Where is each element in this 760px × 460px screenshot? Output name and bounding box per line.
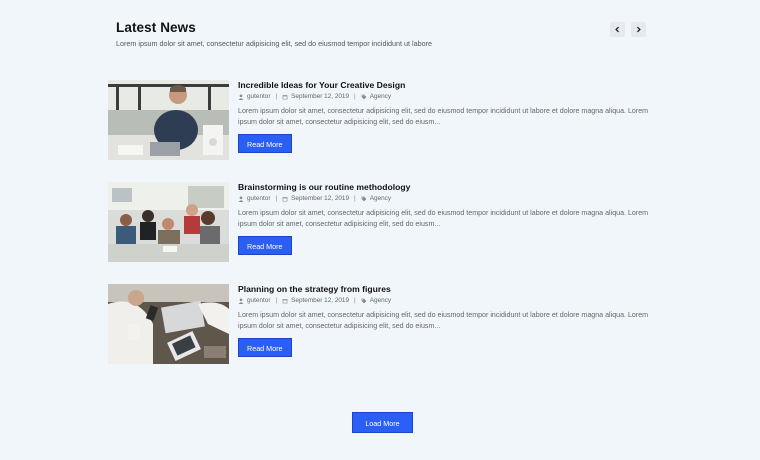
section-header: Latest News Lorem ipsum dolor sit amet, … (116, 20, 656, 48)
next-button[interactable] (631, 22, 646, 37)
date-text: September 12, 2019 (291, 297, 350, 304)
meta-divider: | (275, 297, 278, 304)
user-icon (238, 195, 244, 202)
category-text: Agency (369, 195, 392, 202)
meta-divider: | (354, 93, 356, 100)
tag-icon (361, 298, 367, 303)
author-name: gutentor (247, 297, 271, 304)
category-text: Agency (369, 93, 392, 100)
author-name: gutentor (247, 93, 271, 100)
post-title[interactable]: Brainstorming is our routine methodology (238, 182, 653, 192)
section-title: Latest News (116, 20, 196, 35)
post-excerpt: Lorem ipsum dolor sit amet, consectetur … (238, 311, 649, 330)
post-category[interactable]: Agency (361, 93, 391, 100)
calendar-icon (282, 298, 288, 303)
post-image-desk (108, 284, 229, 364)
chevron-left-icon (615, 26, 619, 33)
carousel-nav (610, 22, 646, 37)
calendar-icon (282, 94, 288, 99)
post-content: Incredible Ideas for Your Creative Desig… (238, 80, 653, 153)
post-category[interactable]: Agency (361, 195, 391, 202)
post-author[interactable]: gutentor (238, 93, 270, 100)
post-category[interactable]: Agency (361, 297, 391, 304)
post-date: September 12, 2019 (282, 195, 349, 202)
load-more-button[interactable]: Load More (352, 412, 413, 433)
post-image-office (108, 80, 229, 160)
meta-divider: | (354, 297, 356, 304)
read-more-button[interactable]: Read More (238, 236, 292, 255)
tag-icon (361, 94, 367, 99)
post-author[interactable]: gutentor (238, 297, 270, 304)
meta-divider: | (275, 195, 278, 202)
post-meta: gutentor | September 12, 2019 | Agency (238, 297, 653, 304)
post-content: Planning on the strategy from figures gu… (238, 284, 653, 357)
post-title[interactable]: Incredible Ideas for Your Creative Desig… (238, 80, 653, 90)
news-section: Latest News Lorem ipsum dolor sit amet, … (0, 0, 760, 460)
prev-button[interactable] (610, 22, 625, 37)
news-post: Incredible Ideas for Your Creative Desig… (108, 80, 653, 162)
read-more-button[interactable]: Read More (238, 338, 292, 357)
user-icon (238, 93, 244, 100)
post-content: Brainstorming is our routine methodology… (238, 182, 653, 255)
read-more-button[interactable]: Read More (238, 134, 292, 153)
post-excerpt: Lorem ipsum dolor sit amet, consectetur … (238, 209, 649, 228)
post-thumbnail[interactable] (108, 182, 229, 262)
post-date: September 12, 2019 (282, 297, 349, 304)
category-text: Agency (369, 297, 392, 304)
section-subtitle: Lorem ipsum dolor sit amet, consectetur … (116, 39, 433, 48)
post-title[interactable]: Planning on the strategy from figures (238, 284, 653, 294)
tag-icon (361, 196, 367, 201)
news-post: Brainstorming is our routine methodology… (108, 182, 653, 264)
date-text: September 12, 2019 (291, 93, 350, 100)
post-thumbnail[interactable] (108, 284, 229, 364)
meta-divider: | (275, 93, 278, 100)
user-icon (238, 297, 244, 304)
post-meta: gutentor | September 12, 2019 | Agency (238, 93, 653, 100)
post-image-meeting (108, 182, 229, 262)
chevron-right-icon (637, 26, 641, 33)
news-post: Planning on the strategy from figures gu… (108, 284, 653, 366)
post-date: September 12, 2019 (282, 93, 349, 100)
meta-divider: | (354, 195, 356, 202)
calendar-icon (282, 196, 288, 201)
post-excerpt: Lorem ipsum dolor sit amet, consectetur … (238, 107, 649, 126)
author-name: gutentor (247, 195, 271, 202)
post-author[interactable]: gutentor (238, 195, 270, 202)
date-text: September 12, 2019 (291, 195, 350, 202)
post-thumbnail[interactable] (108, 80, 229, 160)
post-meta: gutentor | September 12, 2019 | Agency (238, 195, 653, 202)
